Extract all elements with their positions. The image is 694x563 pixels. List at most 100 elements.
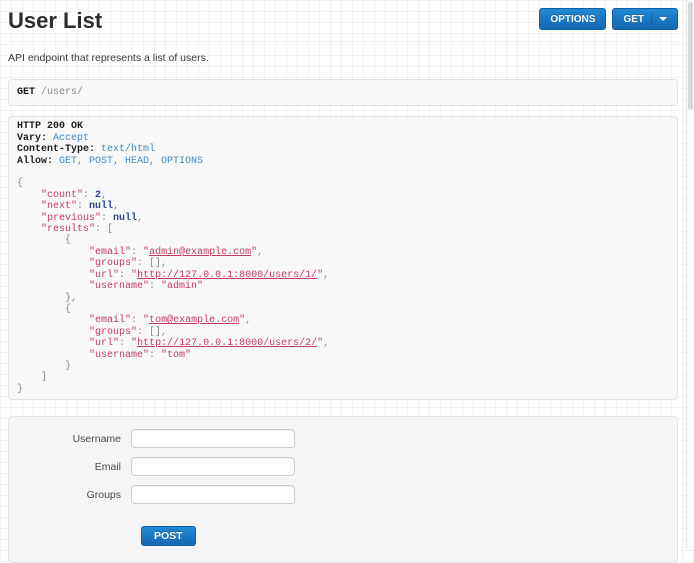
code-line: ] <box>17 372 669 383</box>
options-button[interactable]: OPTIONS <box>539 8 606 30</box>
code-token: "admin" <box>161 281 203 292</box>
code-token: text/html <box>101 144 155 155</box>
username-label: Username <box>23 433 131 445</box>
code-token: "tom" <box>161 350 191 361</box>
code-line: "username": "tom" <box>17 350 669 361</box>
email-input[interactable] <box>131 457 295 476</box>
code-token: : <box>83 190 95 201</box>
code-token: "username" <box>89 281 149 292</box>
code-token: , <box>101 190 107 201</box>
code-token: HTTP 200 OK <box>17 121 83 132</box>
page-header: User List OPTIONS GET <box>8 0 678 42</box>
code-token <box>17 190 41 201</box>
vertical-scrollbar[interactable] <box>686 0 694 549</box>
code-token <box>17 247 89 258</box>
code-line: "username": "admin" <box>17 281 669 292</box>
code-token <box>17 304 65 315</box>
code-line: "groups": [], <box>17 258 669 269</box>
code-token: "next" <box>41 201 77 212</box>
code-line <box>17 167 669 178</box>
code-line: { <box>17 235 669 246</box>
code-token: : <box>137 258 149 269</box>
code-token <box>17 338 89 349</box>
code-token: "email" <box>89 247 131 258</box>
page-description: API endpoint that represents a list of u… <box>8 52 678 64</box>
code-token: : <box>77 201 89 212</box>
code-line: "groups": [], <box>17 327 669 338</box>
code-token: ] <box>41 372 47 383</box>
code-token: : <box>131 247 143 258</box>
code-line: "email": "admin@example.com", <box>17 247 669 258</box>
code-line: "email": "tom@example.com", <box>17 315 669 326</box>
code-token: : <box>149 350 161 361</box>
json-link[interactable]: tom@example.com <box>149 315 239 326</box>
get-dropdown-button[interactable]: GET <box>612 8 678 30</box>
request-buttons: OPTIONS GET <box>539 8 678 30</box>
code-token: "groups" <box>89 258 137 269</box>
json-link[interactable]: http://127.0.0.1:8000/users/2/ <box>137 338 317 349</box>
chevron-down-icon <box>659 17 667 21</box>
post-form: Username Email Groups POST <box>23 429 663 546</box>
form-row-username: Username <box>23 429 663 448</box>
request-path: /users/ <box>41 87 83 98</box>
json-link[interactable]: http://127.0.0.1:8000/users/1/ <box>137 270 317 281</box>
code-token <box>17 213 41 224</box>
groups-label: Groups <box>23 489 131 501</box>
code-token: : <box>119 270 131 281</box>
code-token: null <box>113 213 137 224</box>
form-row-email: Email <box>23 457 663 476</box>
user-list-page: { "page": { "title": "User List", "descr… <box>0 0 694 549</box>
code-token: { <box>17 178 23 189</box>
code-token: null <box>89 201 113 212</box>
code-line: } <box>17 361 669 372</box>
username-input[interactable] <box>131 429 295 448</box>
code-token: } <box>65 361 71 372</box>
post-form-panel: Username Email Groups POST <box>8 416 678 563</box>
code-token: "url" <box>89 270 119 281</box>
options-button-label: OPTIONS <box>550 14 595 25</box>
get-button-label: GET <box>623 14 644 25</box>
code-line: { <box>17 304 669 315</box>
code-token <box>17 315 89 326</box>
code-token: { <box>65 304 71 315</box>
scrollbar-thumb[interactable] <box>688 2 693 110</box>
code-token <box>17 258 89 269</box>
code-line: "url": "http://127.0.0.1:8000/users/1/", <box>17 270 669 281</box>
groups-input[interactable] <box>131 485 295 504</box>
json-link[interactable]: admin@example.com <box>149 247 251 258</box>
code-line: "count": 2, <box>17 190 669 201</box>
code-line: } <box>17 384 669 395</box>
code-token <box>17 201 41 212</box>
code-token: , <box>245 315 251 326</box>
code-token: "url" <box>89 338 119 349</box>
code-token: Accept <box>53 133 89 144</box>
button-divider <box>651 13 652 25</box>
code-line: Vary: Accept <box>17 133 669 144</box>
code-token: : <box>101 213 113 224</box>
code-token <box>17 270 89 281</box>
email-label: Email <box>23 461 131 473</box>
code-line: "previous": null, <box>17 213 669 224</box>
code-token: , <box>137 213 143 224</box>
code-token: }, <box>65 293 77 304</box>
code-line: "results": [ <box>17 224 669 235</box>
code-token: : <box>131 315 143 326</box>
code-token: { <box>65 235 71 246</box>
code-token: } <box>17 384 23 395</box>
code-token <box>17 167 23 178</box>
code-token: Allow: <box>17 156 53 167</box>
code-token: "results" <box>41 224 95 235</box>
code-token <box>17 235 65 246</box>
code-line: "url": "http://127.0.0.1:8000/users/2/", <box>17 338 669 349</box>
request-method: GET <box>17 87 35 98</box>
code-token: Vary: <box>17 133 47 144</box>
code-token: : <box>149 281 161 292</box>
code-line: { <box>17 178 669 189</box>
code-token <box>17 372 41 383</box>
code-token <box>17 224 41 235</box>
code-token: , <box>323 270 329 281</box>
request-bar: GET /users/ <box>8 79 678 106</box>
code-token: : [ <box>95 224 113 235</box>
post-button[interactable]: POST <box>141 526 196 546</box>
response-body: HTTP 200 OKVary: AcceptContent-Type: tex… <box>8 116 678 400</box>
